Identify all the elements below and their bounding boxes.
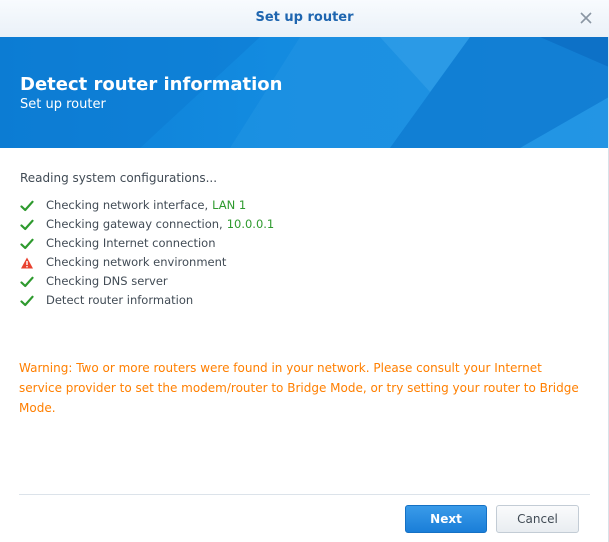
setup-router-dialog: Set up router Detect router information … bbox=[0, 0, 609, 542]
status-text: Reading system configurations... bbox=[20, 171, 218, 185]
check-icon bbox=[20, 218, 34, 232]
check-item-gateway: Checking gateway connection, 10.0.0.1 bbox=[20, 215, 274, 234]
check-item-dns: Checking DNS server bbox=[20, 272, 274, 291]
check-item-label: Checking network environment bbox=[46, 255, 227, 269]
check-icon bbox=[20, 199, 34, 213]
window-title: Set up router bbox=[255, 10, 354, 25]
check-item-label: Checking DNS server bbox=[46, 274, 168, 288]
close-icon[interactable] bbox=[577, 9, 595, 27]
check-item-label: Detect router information bbox=[46, 293, 194, 307]
check-item-label: Checking network interface, bbox=[46, 198, 209, 212]
header-banner: Detect router information Set up router bbox=[0, 37, 609, 148]
banner-heading: Detect router information bbox=[20, 74, 283, 95]
check-icon bbox=[20, 237, 34, 251]
next-button[interactable]: Next bbox=[405, 505, 487, 533]
check-item-label: Checking gateway connection, bbox=[46, 217, 223, 231]
banner-subheading: Set up router bbox=[20, 97, 106, 112]
title-bar: Set up router bbox=[0, 0, 609, 38]
warning-message: Warning: Two or more routers were found … bbox=[19, 361, 579, 415]
check-icon bbox=[20, 294, 34, 308]
check-item-internet: Checking Internet connection bbox=[20, 234, 274, 253]
check-icon bbox=[20, 275, 34, 289]
check-item-network-interface: Checking network interface, LAN 1 bbox=[20, 196, 274, 215]
cancel-button[interactable]: Cancel bbox=[496, 505, 579, 533]
check-item-value: 10.0.0.1 bbox=[226, 217, 275, 231]
check-item-label: Checking Internet connection bbox=[46, 236, 216, 250]
check-list: Checking network interface, LAN 1 Checki… bbox=[20, 196, 274, 310]
check-item-value: LAN 1 bbox=[212, 198, 247, 212]
footer-divider bbox=[19, 494, 590, 495]
check-item-network-environment: Checking network environment bbox=[20, 253, 274, 272]
warning-icon bbox=[20, 256, 34, 270]
check-item-detect-router: Detect router information bbox=[20, 291, 274, 310]
